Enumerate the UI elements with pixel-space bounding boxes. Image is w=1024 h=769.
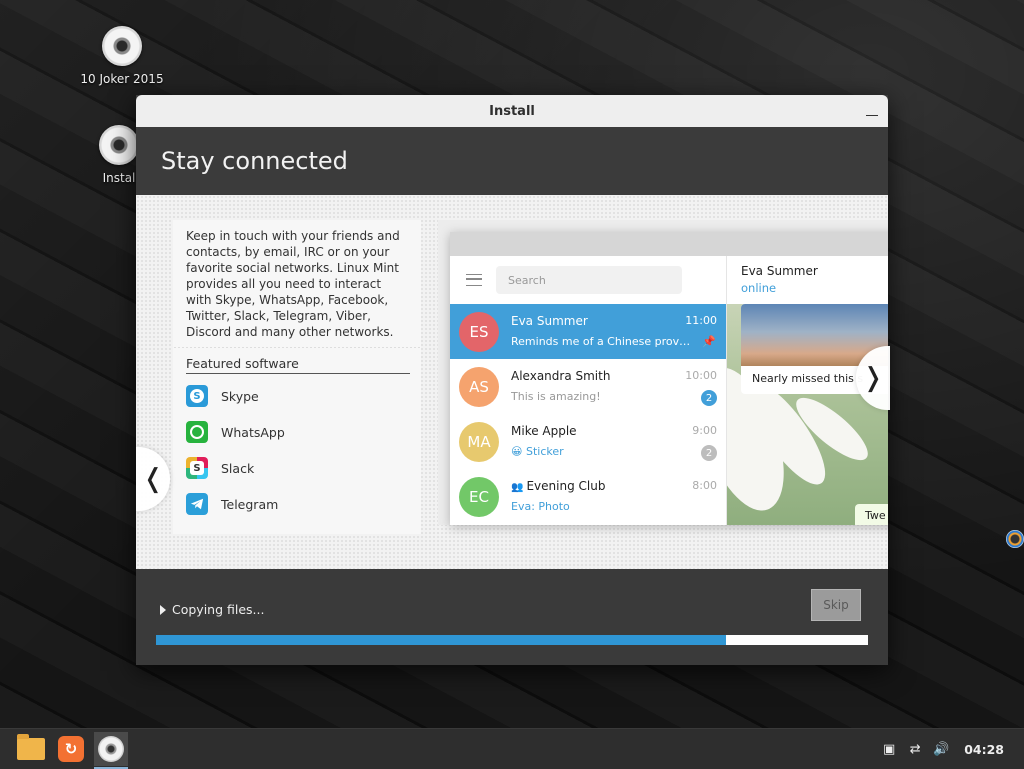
chat-time: 10:00 — [685, 369, 717, 382]
chat-search-row: Search — [450, 256, 726, 304]
window-titlebar[interactable]: Install — [136, 95, 888, 127]
chat-preview: Eva: Photo — [511, 500, 570, 513]
app-name: Slack — [221, 460, 255, 476]
desktop-icon-dvd[interactable]: 10 Joker 2015 — [76, 26, 168, 86]
chat-preview: Reminds me of a Chinese prover... — [511, 335, 693, 348]
message-bubble-small: Twe — [855, 504, 888, 525]
sticker-emoji-icon: 😀 — [511, 445, 523, 458]
whatsapp-icon — [186, 421, 208, 443]
avatar: EC — [459, 476, 499, 517]
progress-details-toggle[interactable]: Copying files... — [160, 602, 264, 617]
chat-search-input: Search — [496, 266, 682, 294]
skype-icon: S — [186, 385, 208, 407]
installer-disc-icon — [98, 736, 124, 762]
featured-app-whatsapp[interactable]: WhatsApp — [186, 414, 421, 450]
conversation-status: online — [741, 281, 777, 295]
page-title: Stay connected — [161, 147, 348, 175]
screenshot-titlebar — [450, 232, 888, 256]
featured-app-slack[interactable]: S Slack — [186, 450, 421, 486]
chevron-right-icon: ❭ — [862, 363, 884, 393]
chat-name: Eva Summer — [511, 314, 588, 328]
network-disconnected-icon[interactable]: ⇄ — [904, 738, 926, 760]
progress-label: Copying files... — [172, 602, 265, 617]
slideshow-panel: Keep in touch with your friends and cont… — [136, 195, 888, 569]
featured-software-title: Featured software — [186, 356, 410, 374]
chat-time: 8:00 — [692, 479, 717, 492]
clock[interactable]: 04:28 — [964, 742, 1004, 757]
slide-header: Stay connected — [136, 127, 888, 195]
app-name: WhatsApp — [221, 424, 285, 440]
chat-name: Mike Apple — [511, 424, 577, 438]
taskbar-files-launcher[interactable] — [14, 732, 48, 766]
progress-bar-fill — [156, 635, 726, 645]
chevron-left-icon: ❬ — [142, 464, 164, 494]
app-screenshot: Search ES Eva Summer 11:00 Reminds me of… — [438, 220, 888, 525]
desktop-icon-label: 10 Joker 2015 — [80, 72, 164, 86]
disc-icon — [99, 125, 139, 165]
update-manager-icon: ↻ — [58, 736, 84, 762]
conversation-background: Nearly missed this s Twe — [727, 304, 888, 525]
minimize-button[interactable] — [866, 105, 878, 117]
conversation-name: Eva Summer — [741, 264, 818, 278]
disc-icon — [102, 26, 142, 66]
app-name: Skype — [221, 388, 259, 404]
clipboard-icon[interactable]: ▣ — [878, 738, 900, 760]
avatar: ES — [459, 311, 499, 352]
progress-footer: Copying files... Skip — [136, 569, 888, 665]
featured-app-telegram[interactable]: Telegram — [186, 486, 421, 522]
chat-item: MA Mike Apple 9:00 😀 Sticker 2 — [450, 414, 726, 469]
unread-badge: 2 — [701, 390, 717, 406]
chat-name: 👥 Evening Club — [511, 479, 605, 493]
taskbar-installer-window[interactable] — [94, 732, 128, 769]
chat-list: Search ES Eva Summer 11:00 Reminds me of… — [450, 256, 726, 525]
previous-slide-button[interactable]: ❬ — [136, 447, 170, 511]
app-name: Telegram — [221, 496, 279, 512]
skip-button[interactable]: Skip — [811, 589, 861, 621]
telegram-screenshot: Search ES Eva Summer 11:00 Reminds me of… — [450, 232, 888, 525]
chat-time: 9:00 — [692, 424, 717, 437]
chat-item: AS Alexandra Smith 10:00 This is amazing… — [450, 359, 726, 414]
avatar: MA — [459, 421, 499, 462]
pin-icon: 📌 — [702, 335, 716, 348]
progress-bar — [156, 635, 868, 645]
slide-description: Keep in touch with your friends and cont… — [186, 229, 400, 339]
chat-preview-text: Sticker — [525, 445, 564, 458]
taskbar-update-manager[interactable]: ↻ — [54, 732, 88, 766]
telegram-icon — [186, 493, 208, 515]
chat-name-text: Evening Club — [526, 479, 606, 493]
chat-name: Alexandra Smith — [511, 369, 611, 383]
slack-icon: S — [186, 457, 208, 479]
expander-arrow-icon — [160, 604, 166, 615]
info-card: Keep in touch with your friends and cont… — [173, 220, 421, 534]
chat-item: EC 👥 Evening Club 8:00 Eva: Photo — [450, 469, 726, 524]
chat-preview: This is amazing! — [511, 390, 601, 403]
chat-preview: 😀 Sticker — [511, 445, 564, 458]
folder-icon — [17, 734, 45, 760]
system-tray: ▣ ⇄ 🔊 04:28 — [878, 738, 1024, 760]
window-title: Install — [489, 103, 535, 119]
chat-time: 11:00 — [685, 314, 717, 327]
unread-badge: 2 — [701, 445, 717, 461]
chat-item: ES Eva Summer 11:00 Reminds me of a Chin… — [450, 304, 726, 359]
group-icon: 👥 — [511, 482, 524, 493]
divider — [173, 346, 421, 348]
conversation-header: Eva Summer online — [727, 256, 888, 304]
installer-window: Install Stay connected Keep in touch wit… — [136, 95, 888, 665]
mouse-cursor-busy-icon — [1006, 530, 1024, 548]
featured-app-skype[interactable]: S Skype — [186, 378, 421, 414]
hamburger-menu-icon — [466, 274, 482, 286]
taskbar: ↻ ▣ ⇄ 🔊 04:28 — [0, 728, 1024, 769]
avatar: AS — [459, 366, 499, 407]
volume-icon[interactable]: 🔊 — [930, 738, 952, 760]
